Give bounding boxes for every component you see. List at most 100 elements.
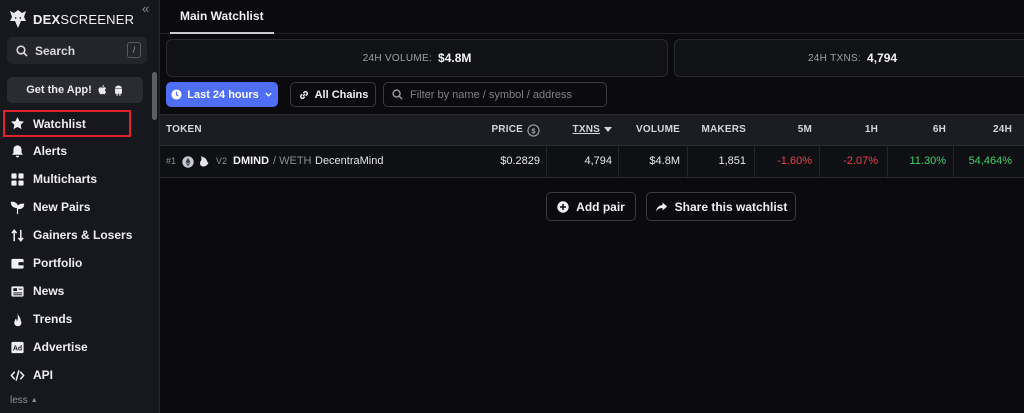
row-separator [546, 146, 547, 177]
add-pair-button[interactable]: Add pair [546, 192, 636, 221]
table-row[interactable]: #1 V2 DMIND / WETH DecentraMind $0.2829 … [160, 146, 1024, 178]
clock-icon [171, 89, 182, 100]
sidebar-item-label: New Pairs [33, 200, 91, 214]
share-arrow-icon [655, 202, 667, 211]
sidebar-item-gainers-losers[interactable]: Gainers & Losers [0, 221, 152, 249]
plus-circle-icon [557, 200, 569, 213]
row-makers: 1,851 [718, 155, 746, 167]
col-header-1h[interactable]: 1H [840, 115, 878, 145]
search-shortcut-key: / [127, 42, 141, 58]
sidebar-item-label: Portfolio [33, 256, 83, 270]
collapse-sidebar-icon[interactable]: « [142, 2, 149, 15]
row-separator [819, 146, 820, 177]
sidebar-item-news[interactable]: News [0, 277, 152, 305]
add-pair-label: Add pair [576, 199, 625, 214]
search-label: Search [35, 43, 76, 58]
sidebar-item-label: API [33, 368, 54, 382]
wallet-icon [11, 258, 24, 269]
all-chains-label: All Chains [314, 88, 369, 101]
filter-search-input[interactable] [410, 88, 600, 101]
chevron-down-icon [265, 92, 272, 97]
sidebar-item-alerts[interactable]: Alerts [0, 137, 152, 165]
logo-text-screener: SCREENER [60, 11, 135, 27]
row-rank: #1 [166, 156, 177, 166]
arrows-updown-icon [11, 228, 24, 242]
row-separator [953, 146, 954, 177]
share-watchlist-button[interactable]: Share this watchlist [646, 192, 796, 221]
eagle-logo-icon [10, 10, 26, 28]
sprout-icon [10, 201, 25, 214]
less-toggle[interactable]: less ▲ [10, 395, 38, 406]
get-app-label: Get the App! [26, 84, 92, 96]
sidebar-item-trends[interactable]: Trends [0, 305, 152, 333]
sidebar-item-label: Trends [33, 312, 73, 326]
row-change-1h: -2.07% [843, 155, 878, 167]
row-price: $0.2829 [500, 155, 540, 167]
link-icon [299, 90, 308, 99]
row-dex-version: V2 [216, 156, 228, 166]
row-volume: $4.8M [649, 155, 680, 167]
time-range-dropdown[interactable]: Last 24 hours [166, 82, 278, 107]
sidebar-item-label: Gainers & Losers [33, 228, 133, 242]
sidebar-item-new-pairs[interactable]: New Pairs [0, 193, 152, 221]
logo-text-dex: DEX [33, 11, 61, 27]
logo-text: DEXSCREENER [33, 12, 134, 27]
col-header-txns-label: TXNS [572, 124, 600, 135]
row-quote-symbol: / WETH [273, 155, 312, 167]
caret-up-icon: ▲ [30, 397, 38, 404]
stat-txns-value: 4,794 [867, 51, 898, 65]
share-watchlist-label: Share this watchlist [674, 199, 788, 214]
stat-volume-value: $4.8M [438, 51, 472, 65]
stat-24h-volume: 24H VOLUME: $4.8M [166, 39, 668, 77]
code-icon [10, 369, 25, 381]
newspaper-icon [11, 285, 24, 297]
flame-icon [14, 312, 22, 326]
sidebar-item-label: Multicharts [33, 172, 98, 186]
bell-icon [12, 144, 23, 157]
stat-24h-txns: 24H TXNS: 4,794 [674, 39, 1024, 77]
logo[interactable]: DEXSCREENER [9, 8, 134, 30]
grid-icon [11, 172, 24, 186]
sidebar-scrollbar[interactable] [152, 72, 157, 120]
filter-search-box[interactable] [383, 82, 607, 107]
less-label: less [10, 395, 28, 406]
col-header-5m[interactable]: 5M [770, 115, 812, 145]
sidebar-item-api[interactable]: API [0, 361, 152, 389]
col-header-token[interactable]: TOKEN [166, 115, 202, 145]
row-token-symbol: DMIND [233, 155, 270, 167]
row-separator [887, 146, 888, 177]
ethereum-chain-icon [182, 156, 194, 168]
sidebar-item-multicharts[interactable]: Multicharts [0, 165, 152, 193]
row-txns: 4,794 [584, 155, 612, 167]
stat-txns-label: 24H TXNS: [807, 52, 862, 64]
get-app-button[interactable]: Get the App! [7, 77, 143, 103]
uniswap-dex-icon [200, 156, 209, 167]
sidebar-item-watchlist[interactable]: Watchlist [3, 110, 131, 137]
svg-text:$: $ [531, 126, 536, 135]
tab-main-watchlist[interactable]: Main Watchlist [170, 0, 274, 34]
sidebar: DEXSCREENER « Search / Get the App! Watc… [0, 0, 160, 413]
all-chains-button[interactable]: All Chains [290, 82, 376, 107]
row-separator [754, 146, 755, 177]
search-icon [392, 89, 403, 100]
sidebar-item-label: Advertise [33, 340, 88, 354]
row-token-name: DecentraMind [315, 155, 384, 167]
stat-volume-label: 24H VOLUME: [362, 52, 433, 64]
col-header-24h[interactable]: 24H [972, 115, 1012, 145]
row-change-6h: 11.30% [909, 155, 947, 167]
row-change-24h: 54,464% [968, 155, 1012, 167]
col-header-makers[interactable]: MAKERS [690, 115, 746, 145]
col-header-price[interactable]: PRICE $ [460, 115, 540, 145]
star-icon [11, 116, 24, 130]
table-header: TOKEN PRICE $ TXNS VOLUME MAKERS 5M 1H 6… [160, 114, 1024, 146]
row-separator [618, 146, 619, 177]
sidebar-item-advertise[interactable]: Ad Advertise [0, 333, 152, 361]
sidebar-item-label: News [33, 284, 65, 298]
col-header-6h[interactable]: 6H [908, 115, 946, 145]
col-header-txns[interactable]: TXNS [560, 115, 612, 145]
sidebar-search-button[interactable]: Search / [7, 37, 147, 64]
ad-icon: Ad [11, 341, 24, 353]
sidebar-item-portfolio[interactable]: Portfolio [0, 249, 152, 277]
time-range-label: Last 24 hours [187, 88, 259, 101]
col-header-volume[interactable]: VOLUME [620, 115, 680, 145]
